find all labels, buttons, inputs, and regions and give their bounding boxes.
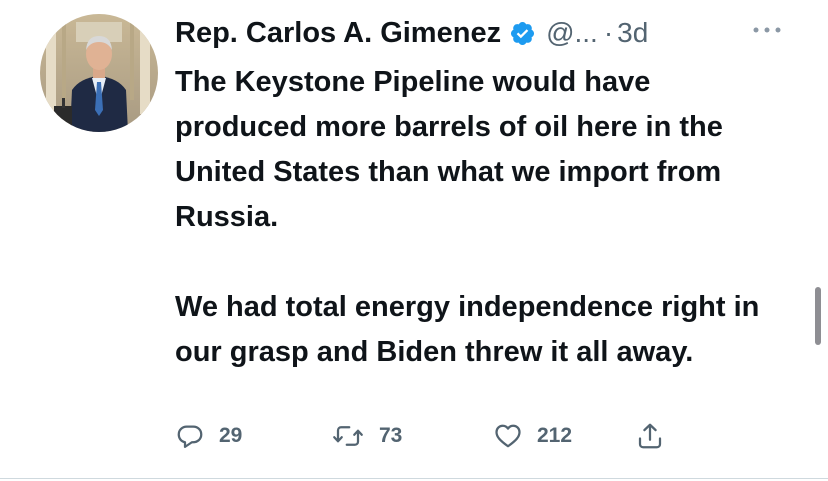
more-options-icon[interactable] xyxy=(747,20,787,40)
tweet-actions: 29 73 212 xyxy=(175,418,735,454)
tweet-text: The Keystone Pipeline would have produce… xyxy=(175,60,775,375)
display-name[interactable]: Rep. Carlos A. Gimenez xyxy=(175,17,501,50)
share-button[interactable] xyxy=(635,418,665,454)
tweet[interactable]: Rep. Carlos A. Gimenez @... · 3d The Key… xyxy=(0,0,828,481)
verified-badge-icon xyxy=(509,20,536,47)
divider xyxy=(0,478,828,479)
reply-icon xyxy=(175,421,205,451)
separator-dot: · xyxy=(603,17,614,48)
tweet-paragraph: The Keystone Pipeline would have produce… xyxy=(175,66,723,233)
timestamp[interactable]: 3d xyxy=(617,17,648,49)
heart-icon xyxy=(493,421,523,451)
retweet-icon xyxy=(331,421,365,451)
reply-button[interactable]: 29 xyxy=(175,418,242,454)
retweet-count: 73 xyxy=(379,424,403,447)
avatar[interactable] xyxy=(40,14,158,132)
handle[interactable]: @... xyxy=(546,17,598,49)
avatar-image xyxy=(40,14,158,132)
retweet-button[interactable]: 73 xyxy=(331,418,402,454)
like-button[interactable]: 212 xyxy=(493,418,572,454)
scrollbar[interactable] xyxy=(815,287,821,345)
like-count: 212 xyxy=(537,424,573,447)
share-icon xyxy=(635,421,665,451)
reply-count: 29 xyxy=(219,424,243,447)
tweet-header: Rep. Carlos A. Gimenez @... · 3d xyxy=(175,12,648,54)
tweet-paragraph: We had total energy independence right i… xyxy=(175,291,760,368)
